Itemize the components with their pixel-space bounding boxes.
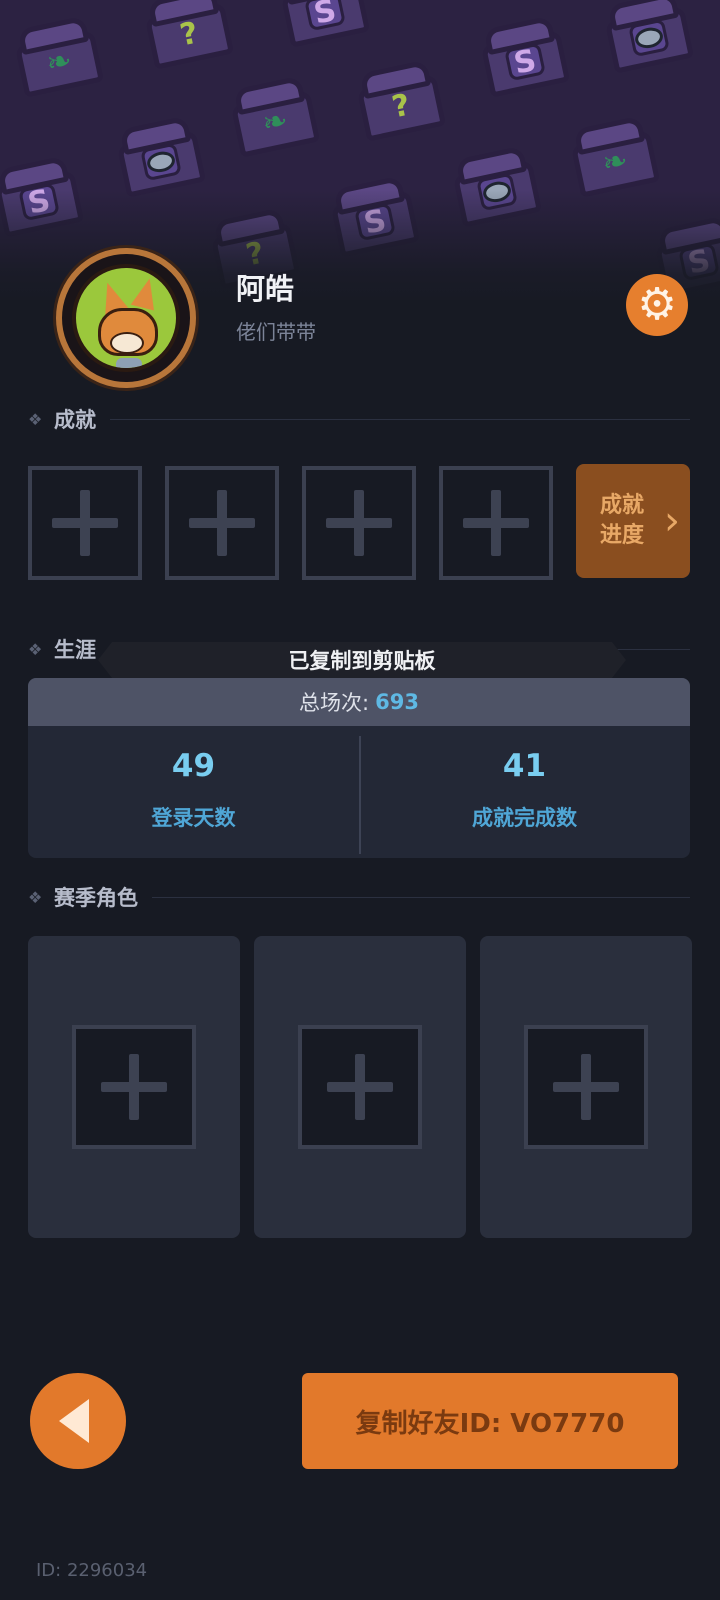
season-role-card[interactable] <box>28 936 240 1238</box>
diamond-bullet-icon: ❖ <box>28 409 43 429</box>
section-title: 赛季角色 <box>54 886 138 910</box>
chest-icon: ? <box>345 55 454 147</box>
plus-icon <box>326 490 392 556</box>
plus-icon <box>553 1054 619 1120</box>
back-button[interactable] <box>30 1373 126 1469</box>
season-role-card[interactable] <box>254 936 466 1238</box>
total-matches-value: 693 <box>375 690 419 714</box>
chest-icon: ❧ <box>219 71 328 163</box>
player-name: 阿皓 <box>236 272 295 306</box>
chest-icon: ? <box>133 0 242 75</box>
gear-icon: ⚙ <box>637 279 677 330</box>
season-roles-header: ❖ 赛季角色 <box>28 882 690 912</box>
stat-label: 登录天数 <box>151 806 236 830</box>
user-id-label: ID: 2296034 <box>36 1560 148 1581</box>
achievements-header: ❖ 成就 <box>28 404 690 434</box>
total-matches-row: 总场次: 693 <box>28 678 690 726</box>
diamond-bullet-icon: ❖ <box>28 639 43 659</box>
avatar[interactable] <box>56 248 196 388</box>
achievement-slot[interactable] <box>28 466 142 580</box>
chest-icon: S <box>269 0 378 53</box>
season-role-card[interactable] <box>480 936 692 1238</box>
back-arrow-icon <box>59 1399 89 1443</box>
section-title: 成就 <box>54 408 96 432</box>
total-matches-label: 总场次: <box>299 691 370 715</box>
achievements-completed-stat: 41 成就完成数 <box>359 726 690 858</box>
achievement-slot[interactable] <box>165 466 279 580</box>
stat-label: 成就完成数 <box>472 806 577 830</box>
login-days-stat: 49 登录天数 <box>28 726 359 858</box>
career-stats-card: 总场次: 693 49 登录天数 41 成就完成数 <box>28 678 690 858</box>
settings-button[interactable]: ⚙ <box>626 274 688 336</box>
achievement-slot[interactable] <box>302 466 416 580</box>
achievement-progress-button[interactable]: 成就进度 › <box>576 464 690 578</box>
stat-value: 49 <box>171 748 216 784</box>
plus-icon <box>463 490 529 556</box>
plus-icon <box>327 1054 393 1120</box>
achievement-slot[interactable] <box>439 466 553 580</box>
plus-icon <box>189 490 255 556</box>
player-signature: 佬们带带 <box>236 320 316 344</box>
chevron-right-icon: › <box>664 498 680 544</box>
diamond-bullet-icon: ❖ <box>28 887 43 907</box>
stat-value: 41 <box>502 748 547 784</box>
plus-icon <box>101 1054 167 1120</box>
chest-icon: S <box>469 11 578 103</box>
chest-icon: ❧ <box>3 11 112 103</box>
achievement-progress-label: 成就进度 <box>600 493 645 548</box>
copy-friend-id-button[interactable]: 复制好友ID: VO7770 <box>302 1373 678 1469</box>
section-title: 生涯 <box>54 638 96 662</box>
chest-icon <box>593 0 702 79</box>
plus-icon <box>52 490 118 556</box>
copied-toast: 已复制到剪贴板 <box>98 642 626 678</box>
